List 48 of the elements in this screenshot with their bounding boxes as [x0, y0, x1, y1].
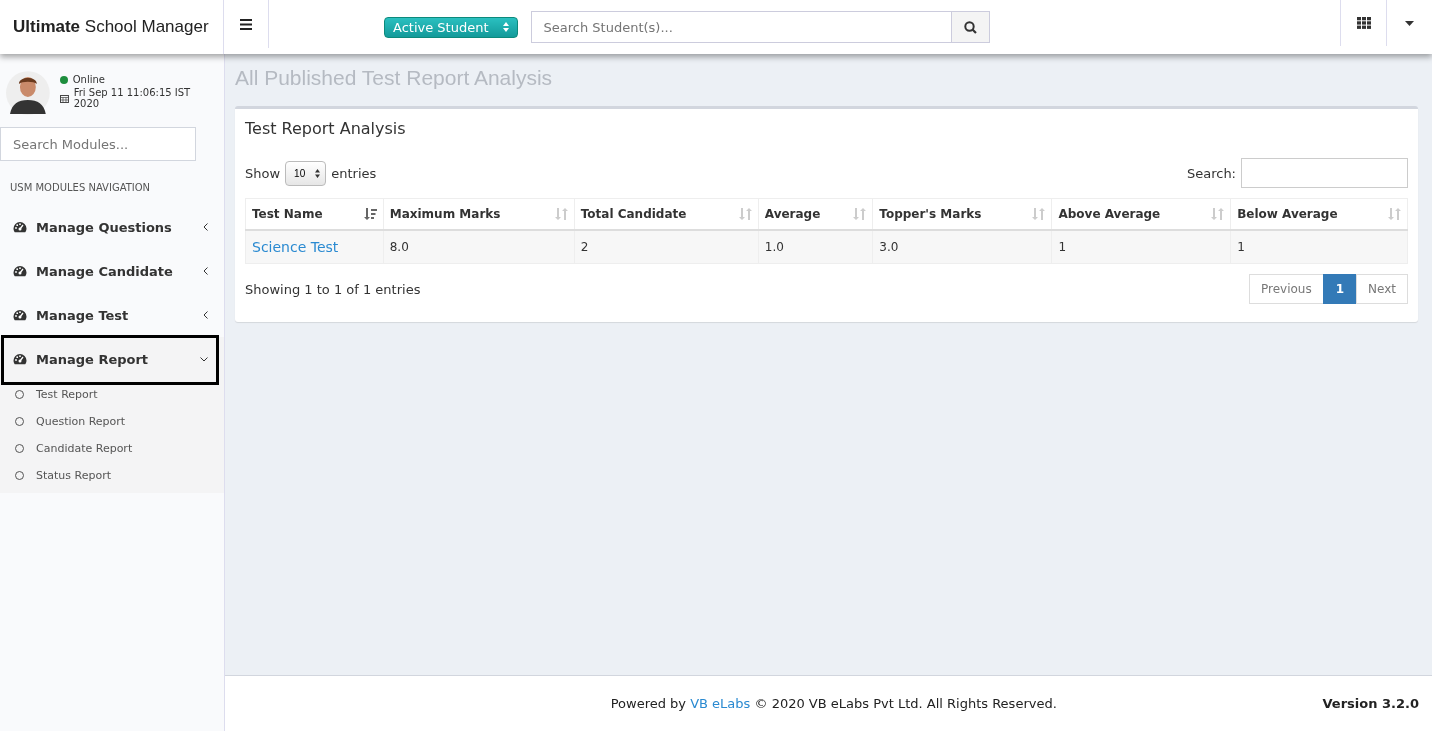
search-label: Search:	[1186, 165, 1236, 181]
avatar	[6, 70, 50, 116]
submenu-item[interactable]: Question Report	[0, 408, 132, 435]
pagination-button[interactable]: Previous	[1248, 274, 1324, 304]
section-heading: USM MODULES NAVIGATION	[9, 181, 152, 195]
submenu-item[interactable]: Status Report	[0, 462, 117, 489]
chevron-left-icon	[203, 267, 208, 275]
search-button[interactable]	[950, 12, 989, 42]
sort-arrows-icon	[502, 22, 509, 32]
table-cell: 1	[1051, 230, 1231, 264]
menu-item[interactable]: Manage Candidate	[0, 249, 224, 293]
menu-item[interactable]: Manage Report	[0, 337, 224, 381]
menu-item[interactable]: Manage Questions	[0, 205, 224, 249]
table-cell: 1	[1230, 230, 1408, 264]
version-label: Version 3.2.0	[1322, 696, 1419, 711]
sort-arrows-icon	[315, 168, 321, 178]
table-cell: 8.0	[383, 230, 575, 264]
dashboard-icon	[13, 265, 27, 277]
caret-icon[interactable]	[1405, 20, 1414, 26]
module-search-field[interactable]: Search Modules...	[0, 127, 196, 161]
entries-select[interactable]: 10	[285, 160, 327, 186]
chevron-left-icon	[203, 223, 208, 231]
entries-info: Showing 1 to 1 of 1 entries	[245, 281, 421, 297]
dashboard-icon	[13, 309, 27, 321]
entries-label: entries	[331, 165, 377, 181]
panel-title: Test Report Analysis	[245, 119, 407, 138]
grid-icon[interactable]	[1356, 17, 1371, 29]
table-cell: 3.0	[872, 230, 1052, 264]
copyright-text: Powered by VB eLabs © 2020 VB eLabs Pvt Ltd. All Rights Reserved.	[609, 696, 1058, 711]
menu-item[interactable]: Manage Test	[0, 293, 224, 337]
menu-icon[interactable]	[240, 18, 252, 30]
chevron-left-icon	[203, 311, 208, 319]
table-cell: 2	[574, 230, 759, 264]
dashboard-icon	[13, 221, 27, 233]
table-search-field[interactable]	[1241, 158, 1408, 188]
submenu-item[interactable]: Candidate Report	[0, 435, 139, 462]
calendar-icon	[59, 93, 69, 103]
pagination-button[interactable]: Next	[1356, 274, 1408, 304]
dashboard-icon	[13, 353, 27, 365]
sort-icon[interactable]	[362, 208, 377, 220]
company-link[interactable]: VB eLabs	[690, 696, 751, 711]
search-icon	[963, 20, 977, 34]
chevron-down-icon	[200, 356, 208, 362]
online-status: Online	[59, 74, 218, 85]
table-cell: 1.0	[758, 230, 873, 264]
datetime-label: Fri Sep 11 11:06:15 IST 2020	[59, 87, 218, 109]
submenu-item[interactable]: Test Report	[0, 381, 104, 408]
show-label: Show	[245, 165, 281, 181]
